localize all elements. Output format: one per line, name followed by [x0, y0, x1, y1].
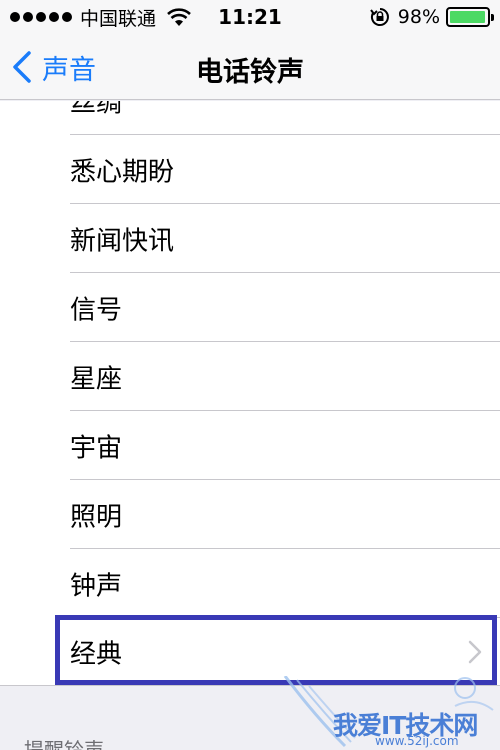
ringtone-label: 悉心期盼 [70, 157, 175, 187]
ringtone-label: 星座 [70, 364, 123, 394]
status-right: 98% [369, 6, 494, 28]
battery-percent: 98% [397, 6, 440, 28]
ringtone-label: 照明 [70, 502, 123, 532]
page-title: 电话铃声 [196, 57, 304, 88]
ringtone-list: 丝绸 悉心期盼 新闻快讯 信号 星座 宇宙 照明 钟声 经典 [0, 101, 500, 685]
ringtone-item[interactable]: 悉心期盼 [0, 135, 500, 204]
ringtone-item[interactable]: 照明 [0, 480, 500, 549]
highlight-frame [55, 615, 497, 685]
ringtone-label: 信号 [70, 295, 123, 325]
battery-level-fill [450, 11, 486, 23]
ringtone-item[interactable]: 丝绸 [0, 101, 500, 135]
ringtone-item[interactable]: 宇宙 [0, 411, 500, 480]
ringtone-label: 丝绸 [70, 101, 123, 118]
ringtone-label: 钟声 [70, 571, 123, 601]
watermark: 我爱IT技术网 www.52ij.com [275, 675, 500, 750]
ringtone-item[interactable]: 钟声 [0, 549, 500, 618]
section-header-alert-tones: 提醒铃声 [24, 738, 104, 750]
rotation-lock-icon [369, 8, 389, 26]
ringtone-item[interactable]: 星座 [0, 342, 500, 411]
navigation-bar: 声音 电话铃声 [0, 34, 500, 100]
battery-icon [446, 7, 494, 27]
status-bar: 中国联通 11:21 98% [0, 0, 500, 34]
ringtone-label: 宇宙 [70, 433, 123, 463]
watermark-url: www.52ij.com [375, 734, 459, 748]
ringtone-item[interactable]: 信号 [0, 273, 500, 342]
ringtone-item[interactable]: 新闻快讯 [0, 204, 500, 273]
ringtone-label: 新闻快讯 [70, 226, 175, 256]
